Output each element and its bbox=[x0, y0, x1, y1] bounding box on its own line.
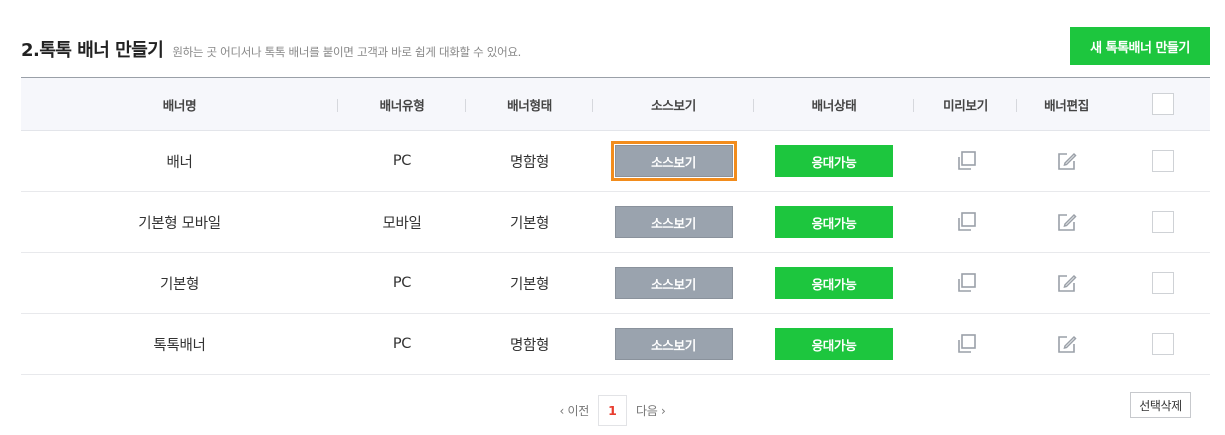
column-header-type: 배너유형 bbox=[338, 78, 466, 130]
banner-name: 배너 bbox=[166, 154, 193, 171]
row-checkbox[interactable] bbox=[1152, 333, 1174, 355]
column-header-source: 소스보기 bbox=[593, 78, 754, 130]
view-source-button[interactable]: 소스보기 bbox=[610, 141, 737, 181]
banner-type: 모바일 bbox=[382, 215, 422, 232]
table-row: 기본형 PC 기본형 소스보기 응대가능 bbox=[21, 253, 1210, 314]
next-page-link[interactable]: 다음 › bbox=[636, 402, 666, 419]
table-row: 배너 PC 명함형 소스보기 응대가능 bbox=[21, 131, 1210, 192]
page-subtitle: 원하는 곳 어디서나 톡톡 배너를 붙이면 고객과 바로 쉽게 대화할 수 있어… bbox=[172, 45, 521, 59]
preview-copy-icon[interactable] bbox=[955, 333, 977, 355]
table-header: 배너명 배너유형 배너형태 소스보기 배너상태 미리보기 배너편집 bbox=[21, 77, 1210, 131]
current-page[interactable]: 1 bbox=[598, 395, 627, 426]
row-checkbox[interactable] bbox=[1152, 272, 1174, 294]
page-header: 2.톡톡 배너 만들기 원하는 곳 어디서나 톡톡 배너를 붙이면 고객과 바로… bbox=[21, 36, 521, 64]
banner-type: PC bbox=[392, 336, 412, 352]
banner-status-button[interactable]: 응대가능 bbox=[775, 145, 893, 177]
edit-pencil-icon[interactable] bbox=[1056, 211, 1078, 233]
view-source-button[interactable]: 소스보기 bbox=[614, 206, 733, 238]
column-header-name: 배너명 bbox=[21, 78, 338, 130]
select-all-cell bbox=[1116, 78, 1210, 130]
banner-status-button[interactable]: 응대가능 bbox=[775, 328, 893, 360]
page-title: 2.톡톡 배너 만들기 bbox=[21, 40, 164, 61]
preview-copy-icon[interactable] bbox=[955, 150, 977, 172]
banner-name: 톡톡배너 bbox=[153, 337, 206, 354]
banner-status-button[interactable]: 응대가능 bbox=[775, 206, 893, 238]
view-source-button[interactable]: 소스보기 bbox=[614, 328, 733, 360]
edit-pencil-icon[interactable] bbox=[1056, 150, 1078, 172]
column-header-status: 배너상태 bbox=[754, 78, 914, 130]
banner-form: 명함형 bbox=[509, 337, 550, 354]
banner-table: 배너명 배너유형 배너형태 소스보기 배너상태 미리보기 배너편집 배너 PC … bbox=[21, 77, 1210, 375]
row-checkbox[interactable] bbox=[1152, 211, 1174, 233]
preview-copy-icon[interactable] bbox=[955, 272, 977, 294]
column-header-edit: 배너편집 bbox=[1044, 97, 1089, 113]
select-all-checkbox[interactable] bbox=[1152, 93, 1174, 115]
banner-status-button[interactable]: 응대가능 bbox=[775, 267, 893, 299]
banner-form: 기본형 bbox=[509, 215, 550, 232]
pagination: ‹ 이전 1 다음 › bbox=[0, 395, 1225, 426]
delete-selected-button[interactable]: 선택삭제 bbox=[1130, 392, 1191, 418]
preview-copy-icon[interactable] bbox=[955, 211, 977, 233]
column-header-preview: 미리보기 bbox=[914, 78, 1017, 130]
banner-form: 명함형 bbox=[509, 154, 550, 171]
view-source-button[interactable]: 소스보기 bbox=[614, 267, 733, 299]
banner-type: PC bbox=[392, 153, 412, 169]
banner-type: PC bbox=[392, 275, 412, 291]
banner-form: 기본형 bbox=[509, 276, 550, 293]
prev-page-link[interactable]: ‹ 이전 bbox=[560, 402, 590, 419]
table-row: 기본형 모바일 모바일 기본형 소스보기 응대가능 bbox=[21, 192, 1210, 253]
create-banner-button[interactable]: 새 톡톡배너 만들기 bbox=[1070, 27, 1210, 65]
edit-pencil-icon[interactable] bbox=[1056, 333, 1078, 355]
banner-name: 기본형 bbox=[159, 276, 200, 293]
column-header-form: 배너형태 bbox=[466, 78, 593, 130]
row-checkbox[interactable] bbox=[1152, 150, 1174, 172]
edit-pencil-icon[interactable] bbox=[1056, 272, 1078, 294]
table-row: 톡톡배너 PC 명함형 소스보기 응대가능 bbox=[21, 314, 1210, 375]
banner-name: 기본형 모바일 bbox=[138, 215, 221, 232]
